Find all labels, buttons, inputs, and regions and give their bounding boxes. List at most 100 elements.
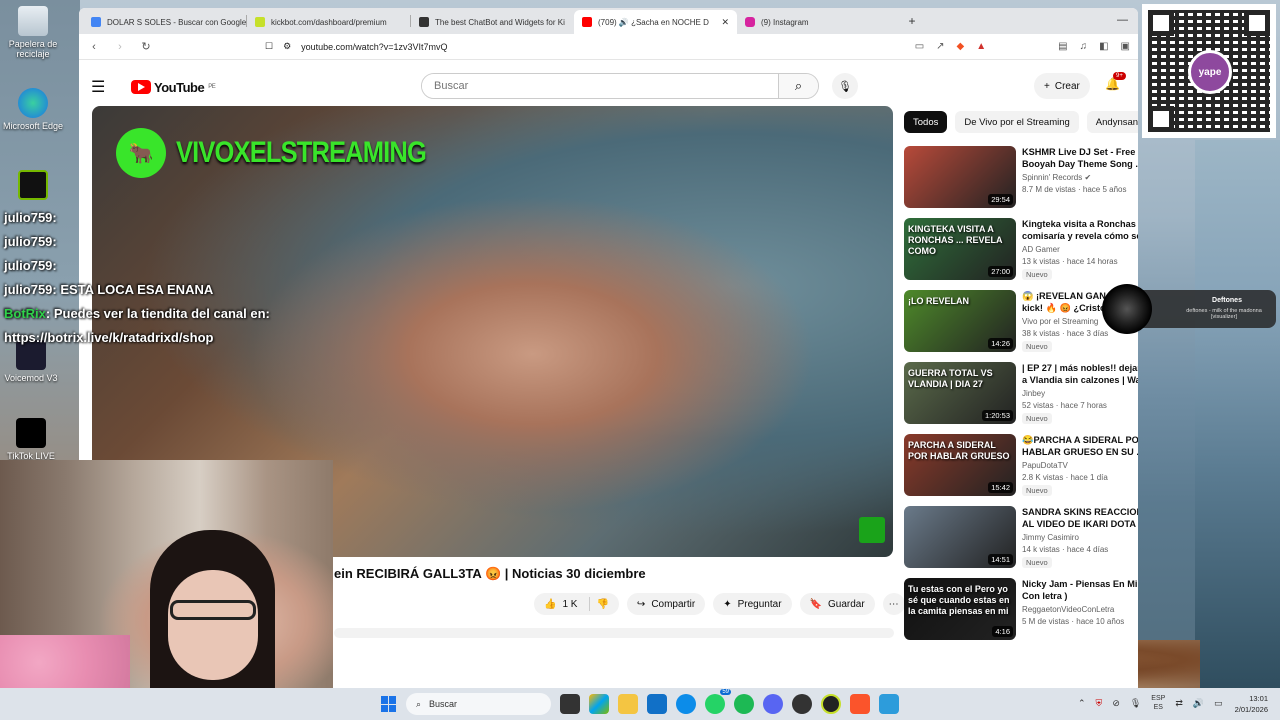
video-title[interactable]: | EP 27 | más nobles!! dejamos a Vlandia… xyxy=(1022,362,1138,386)
tab-google[interactable]: DOLAR S SOLES - Buscar con Google xyxy=(83,10,246,34)
desktop-icon-nvidia[interactable] xyxy=(0,170,66,203)
address-bar[interactable]: ☐ ⚙ youtube.com/watch?v=1zv3VIt7mvQ xyxy=(165,41,903,52)
search-box[interactable]: ⌕ xyxy=(421,73,819,99)
tray-overflow-icon[interactable]: ⌃ xyxy=(1078,698,1086,709)
split-view-icon[interactable]: ◧ xyxy=(1099,41,1108,52)
cast-icon[interactable]: ▭ xyxy=(915,41,924,52)
video-thumbnail[interactable]: 29:54 xyxy=(904,146,1016,208)
save-button[interactable]: 🔖 Guardar xyxy=(799,593,875,615)
video-title[interactable]: Nicky Jam - Piensas En Mi ( Con letra ) xyxy=(1022,578,1138,602)
video-title[interactable]: Kingteka visita a Ronchas en la comisarí… xyxy=(1022,218,1138,242)
recommended-video[interactable]: Tu estas con el Pero yo sé que cuando es… xyxy=(904,578,1138,650)
network-icon[interactable]: ⇄ xyxy=(1175,698,1183,709)
tab-kickbot[interactable]: kickbot.com/dashboard/premium xyxy=(247,10,410,34)
channel-name[interactable]: Spinnin' Records ✔ xyxy=(1022,173,1138,182)
desktop-icon-edge[interactable]: Microsoft Edge xyxy=(0,88,66,131)
notifications-button[interactable]: 🔔 9+ xyxy=(1105,72,1126,91)
desktop-icon-tiktok[interactable]: TikTok LIVE xyxy=(0,418,64,461)
like-button[interactable]: 👍 1 K 👎 xyxy=(534,593,619,615)
video-thumbnail[interactable]: KINGTEKA VISITA A RONCHAS ... REVELA COM… xyxy=(904,218,1016,280)
create-button[interactable]: + Crear xyxy=(1034,73,1090,99)
search-button[interactable]: ⌕ xyxy=(778,74,818,98)
description-box[interactable] xyxy=(334,628,894,638)
tab-youtube[interactable]: (709) 🔊 ¿Sacha en NOCHE D ✕ xyxy=(574,10,737,34)
spotify-icon[interactable] xyxy=(734,694,754,714)
site-info-icon[interactable]: ⚙ xyxy=(283,41,291,52)
now-playing-widget[interactable]: Deftones deftones - milk of the madonna … xyxy=(1102,284,1276,334)
security-icon[interactable]: ⛨ xyxy=(1096,698,1103,709)
volume-icon[interactable]: 🔊 xyxy=(1193,698,1204,709)
close-tab-icon[interactable]: ✕ xyxy=(721,17,729,28)
video-thumbnail[interactable]: Tu estas con el Pero yo sé que cuando es… xyxy=(904,578,1016,640)
clock-time: 13:01 xyxy=(1249,694,1268,703)
yape-logo: yape xyxy=(1188,50,1232,94)
network-off-icon[interactable]: ⊘ xyxy=(1112,698,1120,709)
video-title[interactable]: SANDRA SKINS REACCIONA AL VIDEO DE IKARI… xyxy=(1022,506,1138,530)
edge-icon xyxy=(18,88,48,118)
taskbar-search[interactable]: ⌕ Buscar xyxy=(406,693,551,715)
brave-taskbar-icon[interactable] xyxy=(850,694,870,714)
battery-icon[interactable]: ▭ xyxy=(1214,698,1223,709)
edge-taskbar-icon[interactable] xyxy=(676,694,696,714)
wallet-icon[interactable]: ▣ xyxy=(1121,41,1130,52)
store-icon[interactable] xyxy=(647,694,667,714)
chip-todos[interactable]: Todos xyxy=(904,111,948,133)
tab-instagram[interactable]: (9) Instagram xyxy=(737,10,900,34)
video-thumbnail[interactable]: 14:51 xyxy=(904,506,1016,568)
thumbs-down-icon[interactable]: 👎 xyxy=(596,599,608,610)
copilot-icon[interactable] xyxy=(589,694,609,714)
youtube-logo[interactable]: YouTube PE xyxy=(131,80,216,95)
channel-name[interactable]: AD Gamer xyxy=(1022,245,1138,254)
chip-andynsane[interactable]: Andynsane xyxy=(1086,111,1138,133)
task-view-icon[interactable] xyxy=(560,694,580,714)
video-thumbnail[interactable]: ¡LO REVELAN 14:26 xyxy=(904,290,1016,352)
chip-de-vivo[interactable]: De Vivo por el Streaming xyxy=(955,111,1079,133)
menu-icon[interactable]: ☰ xyxy=(91,77,115,97)
video-thumbnail[interactable]: GUERRA TOTAL VS VLANDIA | DIA 27 1:20:53 xyxy=(904,362,1016,424)
recommended-video[interactable]: GUERRA TOTAL VS VLANDIA | DIA 27 1:20:53 |… xyxy=(904,362,1138,434)
language-indicator[interactable]: ESP ES xyxy=(1151,694,1165,712)
more-actions-button[interactable]: ⋯ xyxy=(882,593,905,615)
video-thumbnail[interactable]: PARCHA A SIDERAL POR HABLAR GRUESO 15:42 xyxy=(904,434,1016,496)
channel-name[interactable]: PapuDotaTV xyxy=(1022,461,1138,470)
notepad-icon[interactable] xyxy=(879,694,899,714)
voice-search-button[interactable]: 🎙 xyxy=(832,73,858,99)
bookmark-icon[interactable]: ☐ xyxy=(265,41,273,52)
taskbar: ⌕ Buscar 59 ⌃ ⛨ ⊘ 🎙 ESP ES ⇄ 🔊 ▭ 13:01 2/… xyxy=(0,688,1280,720)
obs-icon[interactable] xyxy=(792,694,812,714)
share-icon[interactable]: ↗ xyxy=(936,41,944,52)
channel-name[interactable]: Jinbey xyxy=(1022,389,1138,398)
sidebar-icon[interactable]: ▤ xyxy=(1058,41,1067,52)
ask-button[interactable]: ✦ Preguntar xyxy=(713,593,792,615)
qr-finder xyxy=(1244,10,1270,36)
brave-rewards-icon[interactable]: ▲ xyxy=(976,41,986,52)
discord-icon[interactable] xyxy=(763,694,783,714)
windows-start-icon[interactable] xyxy=(381,696,397,712)
streaming-app-icon[interactable] xyxy=(821,694,841,714)
tab-chatbot[interactable]: The best ChatBot and Widgets for Ki xyxy=(411,10,574,34)
share-button[interactable]: ↪ Compartir xyxy=(626,593,706,615)
channel-name[interactable]: ReggaetonVideoConLetra xyxy=(1022,605,1138,614)
recommended-video[interactable]: 29:54 KSHMR Live DJ Set - Free Fire Booya… xyxy=(904,146,1138,218)
desktop-icon-recycle-bin[interactable]: Papelera de reciclaje xyxy=(0,6,66,59)
recommended-video[interactable]: KINGTEKA VISITA A RONCHAS ... REVELA COM… xyxy=(904,218,1138,290)
back-icon[interactable]: ‹ xyxy=(87,41,101,53)
recommended-video[interactable]: 14:51 SANDRA SKINS REACCIONA AL VIDEO DE … xyxy=(904,506,1138,578)
recommended-video[interactable]: PARCHA A SIDERAL POR HABLAR GRUESO 15:42 😂… xyxy=(904,434,1138,506)
search-input[interactable] xyxy=(422,74,778,98)
file-explorer-icon[interactable] xyxy=(618,694,638,714)
brave-shield-icon[interactable]: ◆ xyxy=(957,41,965,52)
forward-icon[interactable]: › xyxy=(113,41,127,53)
media-icon[interactable]: ♫ xyxy=(1080,41,1088,52)
tab-label: (709) 🔊 ¿Sacha en NOCHE D xyxy=(598,17,709,27)
clock[interactable]: 13:01 2/01/2026 xyxy=(1235,693,1268,715)
reload-icon[interactable]: ↻ xyxy=(139,40,153,53)
video-title[interactable]: 😂PARCHA A SIDERAL POR HABLAR GRUESO EN S… xyxy=(1022,434,1138,458)
minimize-icon[interactable]: — xyxy=(1117,14,1128,26)
new-tab-icon[interactable]: + xyxy=(900,14,924,28)
mic-tray-icon[interactable]: 🎙 xyxy=(1130,698,1141,709)
url-text[interactable]: youtube.com/watch?v=1zv3VIt7mvQ xyxy=(301,42,447,52)
video-title[interactable]: KSHMR Live DJ Set - Free Fire Booyah Day… xyxy=(1022,146,1138,170)
whatsapp-icon[interactable]: 59 xyxy=(705,689,731,714)
channel-name[interactable]: Jimmy Casimiro xyxy=(1022,533,1138,542)
